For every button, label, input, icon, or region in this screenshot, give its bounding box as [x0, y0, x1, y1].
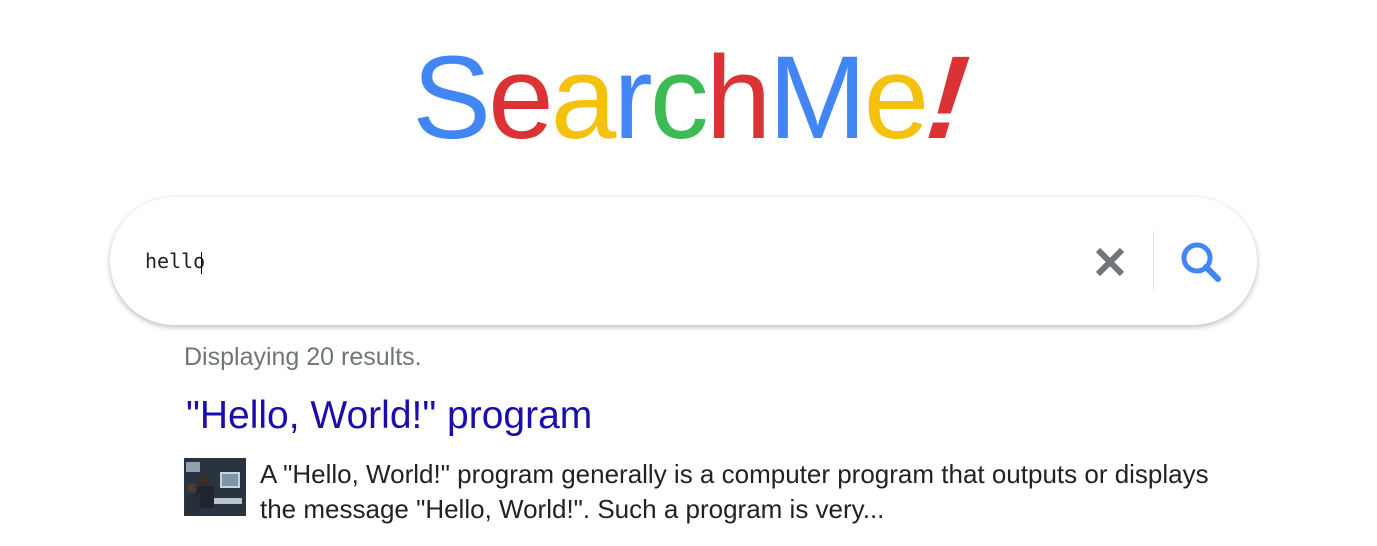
logo-letter: e — [488, 32, 554, 164]
search-bar — [110, 197, 1257, 325]
search-icon — [1181, 242, 1221, 282]
search-button[interactable] — [1178, 239, 1224, 285]
page: SearchMe! Displaying 20 results. "Hello,… — [0, 0, 1377, 546]
result-snippet: A "Hello, World!" program generally is a… — [260, 459, 1209, 524]
logo-letter: M — [768, 32, 866, 164]
logo-letter: e — [863, 32, 930, 164]
logo-letter: c — [649, 32, 709, 164]
result-thumbnail — [184, 458, 246, 516]
search-input[interactable] — [145, 241, 1045, 281]
thumbnail-image — [184, 458, 246, 516]
close-icon — [1095, 247, 1125, 277]
logo-exclamation: ! — [921, 32, 972, 164]
logo-letter: r — [613, 32, 652, 164]
result-title-link[interactable]: "Hello, World!" program — [186, 394, 592, 438]
results-count: Displaying 20 results. — [184, 343, 422, 371]
clear-search-button[interactable] — [1090, 242, 1130, 282]
logo-letter: S — [412, 32, 491, 164]
text-caret — [201, 252, 202, 274]
search-bar-divider — [1153, 231, 1154, 291]
searchme-logo: SearchMe! — [0, 32, 1377, 164]
logo-letter: h — [705, 32, 772, 164]
logo-letter: a — [550, 32, 617, 164]
